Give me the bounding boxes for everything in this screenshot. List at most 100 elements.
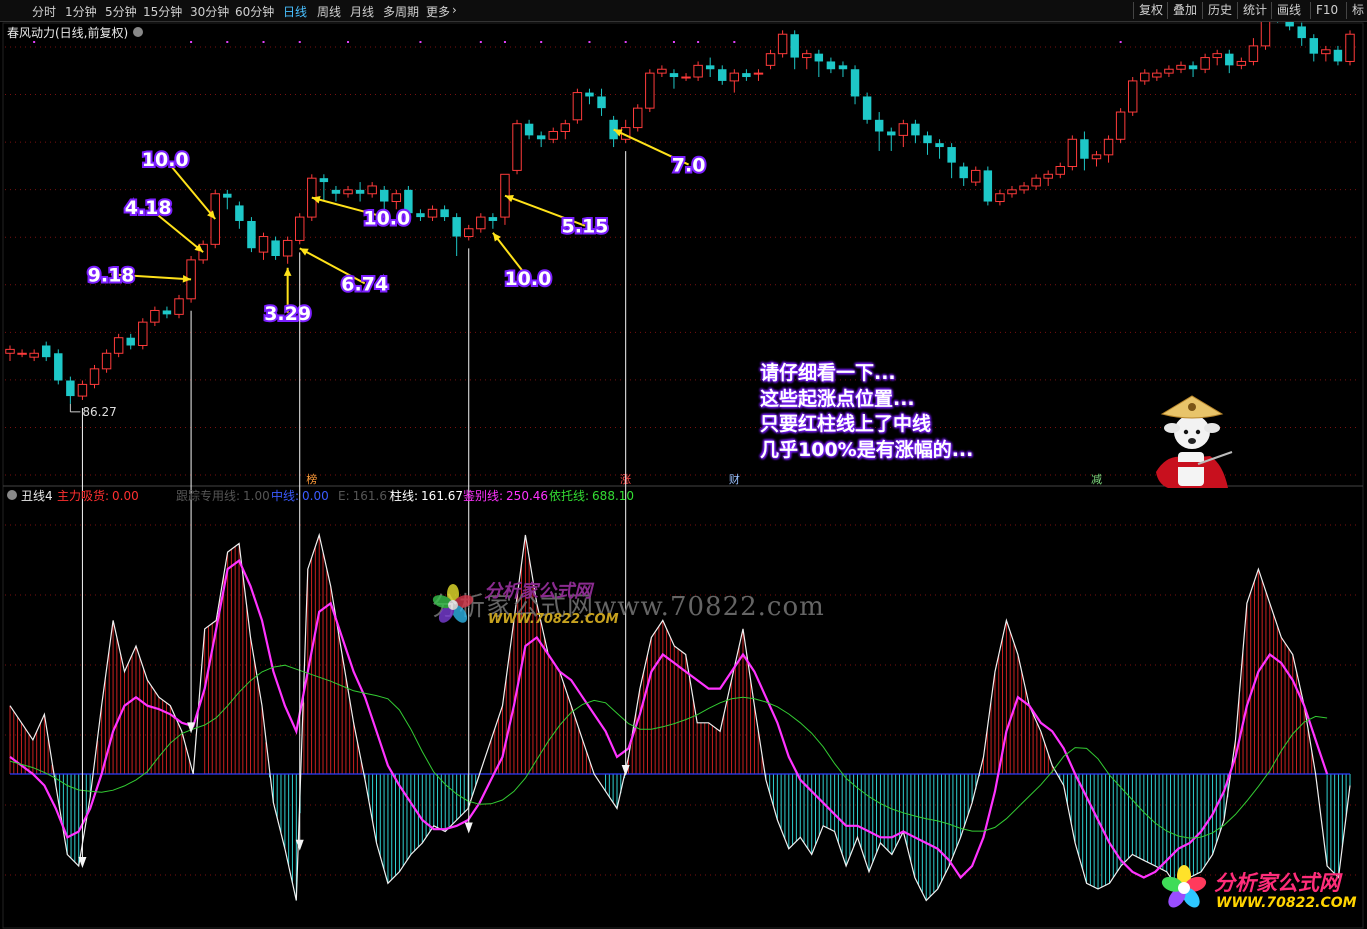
candle-body: [560, 123, 571, 132]
candle-body: [1007, 189, 1017, 195]
signal-dot: [503, 41, 506, 43]
candle-body: [1055, 166, 1065, 175]
candle-body: [1212, 53, 1222, 59]
candle-body: [790, 34, 799, 58]
candle-body: [947, 147, 956, 163]
indicator-name: 丑线4: [21, 489, 53, 503]
chevron-down-icon[interactable]: [133, 27, 143, 37]
candle-body: [536, 135, 546, 140]
candle-body: [729, 72, 740, 82]
low-label: 86.27: [82, 405, 116, 419]
signal-dot: [588, 41, 591, 43]
signal-dot: [624, 41, 627, 43]
note-line: 几乎100%是有涨幅的...: [760, 438, 974, 461]
candle-body: [77, 383, 88, 397]
period-tab[interactable]: 60分钟: [235, 3, 274, 20]
legend-label: 柱线:: [390, 488, 418, 503]
candle-body: [1164, 68, 1174, 74]
candle-body: [367, 185, 377, 195]
candle-body: [1043, 173, 1053, 179]
period-tab[interactable]: 分时: [32, 3, 56, 20]
legend-value: 161.67: [353, 489, 395, 503]
legend-label: 鉴别线:: [463, 489, 503, 503]
annotation-label: 7.0: [672, 155, 706, 177]
candle-body: [572, 92, 583, 121]
signal-dot: [226, 41, 229, 43]
candle-body: [898, 123, 909, 136]
legend-value: 0.00: [302, 489, 329, 503]
annotation-label: 6.74: [341, 273, 388, 295]
toolbar-button[interactable]: 标: [1346, 2, 1364, 19]
candle-body: [1115, 111, 1126, 140]
candle-body: [174, 298, 184, 315]
candle-body: [923, 135, 932, 144]
period-tab[interactable]: 周线: [317, 3, 341, 20]
toolbar-button[interactable]: 统计: [1237, 2, 1267, 19]
chevron-right-icon[interactable]: ›: [452, 3, 457, 17]
annotation-label: 10.0: [363, 208, 410, 230]
candle-body: [995, 193, 1005, 203]
annotation-note: 请仔细看一下... 这些起涨点位置... 只要红柱线上了中线 几乎100%是有涨幅的.…: [760, 361, 973, 463]
candle-body: [452, 217, 461, 237]
indicator-legend-item: E: 161.67: [338, 489, 395, 503]
candle-body: [355, 189, 365, 194]
indicator-legend-item: 主力吸货: 0.00: [57, 488, 139, 503]
legend-value: 688.10: [592, 489, 634, 503]
candle-body: [126, 337, 135, 346]
signal-arrowhead: [464, 822, 473, 834]
candle-body: [935, 143, 944, 148]
candle-body: [380, 189, 389, 202]
period-tab[interactable]: 30分钟: [190, 3, 229, 20]
chevron-down-icon[interactable]: [7, 490, 17, 500]
event-marker: 减: [1091, 473, 1102, 486]
legend-label: 跟踪专用线:: [176, 488, 240, 503]
period-tab[interactable]: 15分钟: [143, 3, 182, 20]
candle-body: [1321, 49, 1331, 55]
toolbar-button[interactable]: 历史: [1202, 2, 1232, 19]
legend-label: 依托线:: [549, 488, 589, 503]
candle-body: [1127, 80, 1138, 113]
candle-body: [645, 72, 655, 109]
candle-body: [548, 130, 558, 140]
annotation-label: 10.0: [142, 149, 189, 171]
candle-body: [295, 216, 305, 241]
period-tab[interactable]: 更多: [426, 3, 450, 20]
legend-value: 250.46: [506, 489, 548, 503]
signal-dot: [419, 41, 422, 43]
toolbar-button[interactable]: F10: [1310, 2, 1338, 19]
candle-body: [802, 53, 812, 59]
mascot-icon: [1156, 395, 1233, 488]
candle-body: [718, 69, 727, 81]
candle-body: [1080, 139, 1089, 159]
candle-body: [331, 189, 341, 194]
candle-body: [512, 123, 522, 171]
toolbar-button[interactable]: 复权: [1133, 2, 1163, 19]
brand-url: WWW.70822.COM: [1216, 895, 1357, 911]
candle-body: [777, 33, 788, 55]
candle-body: [223, 193, 232, 198]
candle-body: [29, 352, 39, 358]
period-tab[interactable]: 1分钟: [65, 3, 97, 20]
signal-dot: [479, 41, 482, 43]
candle-body: [911, 123, 920, 136]
signal-arrowhead: [187, 722, 196, 734]
candle-body: [101, 352, 112, 370]
candle-body: [235, 205, 244, 221]
watermark-logo: 分析家公式网: [484, 581, 592, 602]
candle-body: [959, 166, 968, 179]
toolbar-button[interactable]: 画线: [1271, 2, 1301, 19]
period-tab[interactable]: 日线: [283, 3, 307, 20]
candle-body: [1140, 72, 1150, 82]
period-tab[interactable]: 5分钟: [105, 3, 137, 20]
period-tab[interactable]: 月线: [350, 3, 374, 20]
annotation-label: 10.0: [504, 268, 551, 290]
period-tab[interactable]: 多周期: [383, 3, 419, 20]
candle-body: [597, 96, 606, 109]
candle-body: [138, 321, 148, 346]
brand-name: 分析家公式网: [1214, 871, 1340, 895]
annotation-label: 5.15: [562, 216, 609, 238]
candle-body: [1345, 33, 1355, 62]
toolbar-button[interactable]: 叠加: [1167, 2, 1197, 19]
candle-body: [838, 65, 848, 70]
support-line: [9, 664, 1328, 839]
